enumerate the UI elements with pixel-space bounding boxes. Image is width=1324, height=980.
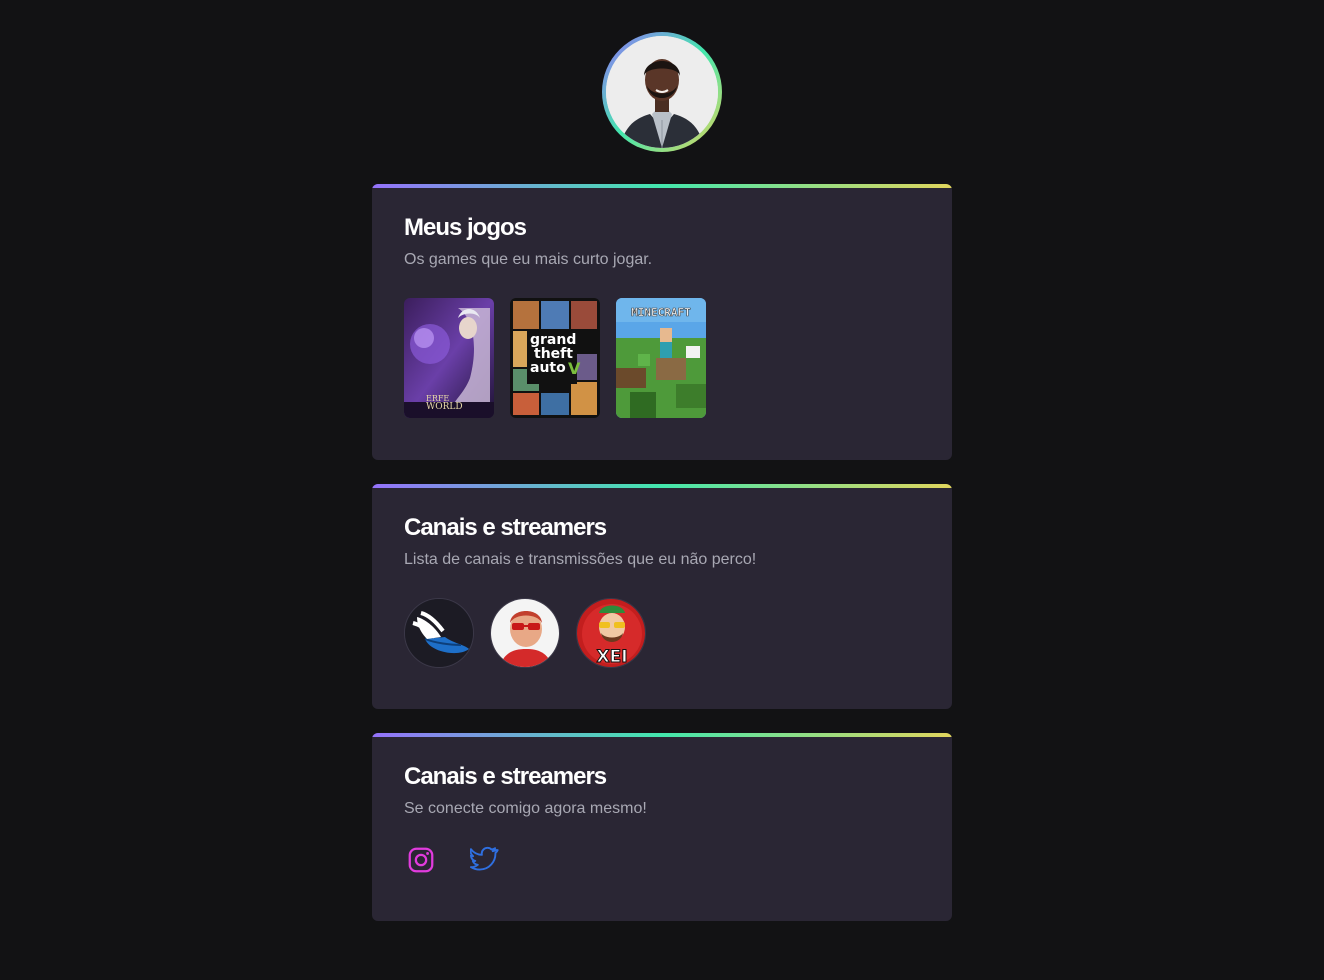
game-logo-line2: WORLD [426, 402, 463, 412]
avatar [606, 36, 718, 148]
channel-streamer[interactable] [490, 598, 560, 668]
twitter-link[interactable] [470, 845, 500, 875]
social-title: Canais e streamers [404, 763, 607, 790]
games-card: Meus jogos Os games que eu mais curto jo… [372, 184, 952, 460]
game-logo: MINECRAFT [631, 306, 691, 319]
channel-winged-shoe[interactable] [404, 598, 474, 668]
channels-list: XEI [404, 598, 920, 668]
minecraft-cover-icon: MINECRAFT [616, 298, 706, 418]
channels-subtitle: Lista de canais e transmissões que eu nã… [404, 551, 757, 568]
xei-avatar-icon: XEI [577, 599, 645, 667]
gta-v-cover-icon: grand theft auto V [510, 298, 600, 418]
channel-xei[interactable]: XEI [576, 598, 646, 668]
games-title: Meus jogos [404, 214, 527, 241]
page-container: Meus jogos Os games que eu mais curto jo… [372, 0, 952, 921]
avatar-ring [602, 32, 722, 152]
twitter-icon [470, 846, 499, 871]
channels-card: Canais e streamers Lista de canais e tra… [372, 484, 952, 709]
game-gta-v[interactable]: grand theft auto V [510, 298, 600, 418]
social-card: Canais e streamers Se conecte comigo ago… [372, 733, 952, 921]
game-logo-line3: auto [530, 360, 566, 376]
perfect-world-cover-icon: ERFE WORLD [404, 298, 494, 418]
svg-text:V: V [568, 359, 581, 378]
profile-photo-icon [606, 36, 718, 148]
xei-badge: XEI [596, 647, 627, 667]
game-minecraft[interactable]: MINECRAFT [616, 298, 706, 418]
games-subtitle: Os games que eu mais curto jogar. [404, 251, 653, 268]
streamer-red-glasses-avatar-icon [491, 599, 559, 667]
social-subtitle: Se conecte comigo agora mesmo! [404, 800, 647, 817]
games-list: ERFE WORLD grand theft auto V MINECRAFT [404, 298, 920, 418]
channels-title: Canais e streamers [404, 514, 607, 541]
social-links [404, 845, 920, 875]
game-perfect-world[interactable]: ERFE WORLD [404, 298, 494, 418]
instagram-link[interactable] [406, 845, 436, 875]
instagram-icon [408, 847, 434, 873]
winged-shoe-avatar-icon [405, 599, 473, 667]
